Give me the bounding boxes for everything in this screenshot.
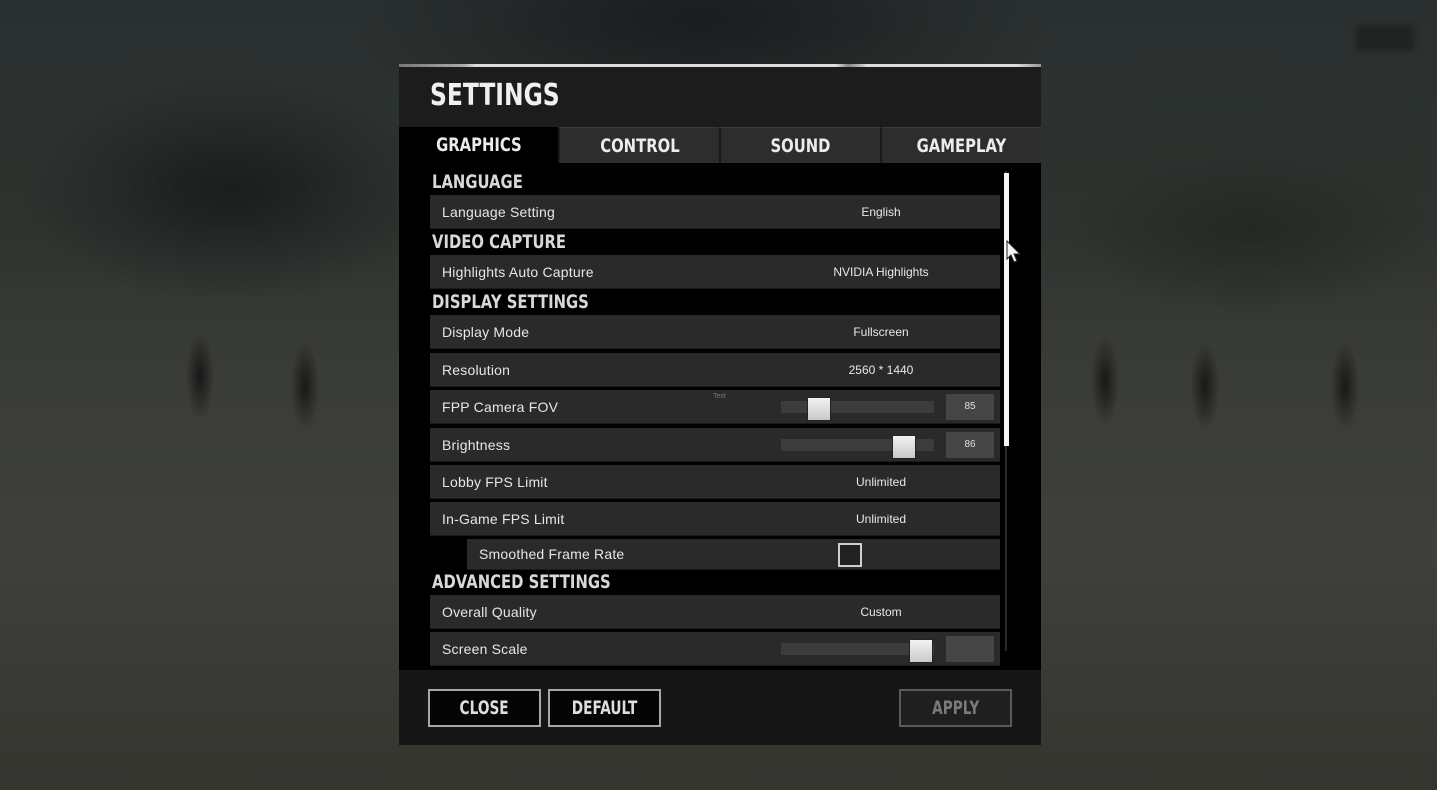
setting-row-lobby-fps-limit[interactable]: Lobby FPS Limit Unlimited (430, 465, 1000, 499)
setting-row-screen-scale: Screen Scale (430, 632, 1000, 666)
brightness-slider[interactable] (781, 435, 934, 459)
setting-row-overall-quality[interactable]: Overall Quality Custom (430, 595, 1000, 629)
setting-value-dropdown[interactable]: Unlimited (781, 502, 981, 536)
tab-graphics[interactable]: GRAPHICS (399, 127, 558, 163)
button-label: DEFAULT (571, 697, 638, 719)
tab-sound[interactable]: SOUND (719, 127, 880, 163)
setting-label: Lobby FPS Limit (442, 474, 548, 490)
setting-value-dropdown[interactable]: 2560 * 1440 (781, 353, 981, 387)
background-figure (285, 320, 325, 440)
button-label: APPLY (931, 697, 980, 719)
tab-gameplay[interactable]: GAMEPLAY (880, 127, 1041, 163)
section-title-video-capture: VIDEO CAPTURE (432, 231, 567, 253)
settings-tabs: GRAPHICS CONTROL SOUND GAMEPLAY (399, 127, 1041, 163)
setting-row-language[interactable]: Language Setting English (430, 195, 1000, 229)
slider-thumb[interactable] (891, 435, 916, 459)
dialog-footer: CLOSE DEFAULT APPLY (399, 670, 1041, 745)
background-figure (180, 310, 220, 430)
background-figure (1085, 315, 1125, 435)
setting-value-dropdown[interactable]: Custom (781, 595, 981, 629)
setting-label: Highlights Auto Capture (442, 264, 594, 280)
setting-label: Brightness (442, 437, 511, 453)
setting-row-smoothed-frame-rate: Smoothed Frame Rate (467, 539, 1000, 570)
settings-dialog: SETTINGS GRAPHICS CONTROL SOUND GAMEPLAY… (399, 64, 1041, 745)
setting-label: In-Game FPS Limit (442, 511, 565, 527)
apply-button[interactable]: APPLY (899, 689, 1012, 727)
slider-hint-text: Text (713, 393, 726, 400)
section-title-language: LANGUAGE (432, 171, 523, 193)
section-title-display-settings: DISPLAY SETTINGS (432, 291, 589, 313)
background-figure (1325, 320, 1365, 440)
setting-label: Overall Quality (442, 604, 537, 620)
smoothed-frame-rate-checkbox[interactable] (838, 543, 862, 567)
default-button[interactable]: DEFAULT (548, 689, 661, 727)
scrollbar-thumb[interactable] (1004, 173, 1009, 446)
screen-scale-value-field[interactable] (946, 636, 994, 662)
background-hud-element (1356, 25, 1414, 51)
tab-control[interactable]: CONTROL (558, 127, 719, 163)
dialog-title: SETTINGS (430, 78, 560, 113)
setting-label: Display Mode (442, 324, 530, 340)
screen-scale-slider[interactable] (781, 639, 934, 663)
setting-label: FPP Camera FOV (442, 399, 559, 415)
settings-scroll-area: LANGUAGE Language Setting English VIDEO … (399, 163, 1041, 670)
slider-thumb[interactable] (908, 639, 933, 663)
setting-value-dropdown[interactable]: NVIDIA Highlights (781, 255, 981, 289)
panel-top-border (399, 64, 1041, 67)
tab-label: GRAPHICS (435, 134, 522, 156)
close-button[interactable]: CLOSE (428, 689, 541, 727)
tab-label: SOUND (770, 134, 831, 157)
button-label: CLOSE (459, 697, 510, 719)
fov-value-field[interactable]: 85 (946, 394, 994, 420)
setting-label: Screen Scale (442, 641, 528, 657)
tab-label: GAMEPLAY (916, 134, 1007, 157)
brightness-value-field[interactable]: 86 (946, 432, 994, 458)
setting-value-dropdown[interactable]: English (781, 195, 981, 229)
setting-row-ingame-fps-limit[interactable]: In-Game FPS Limit Unlimited (430, 502, 1000, 536)
setting-value-dropdown[interactable]: Unlimited (781, 465, 981, 499)
setting-label: Language Setting (442, 204, 555, 220)
setting-label: Resolution (442, 362, 511, 378)
setting-row-highlights-auto-capture[interactable]: Highlights Auto Capture NVIDIA Highlight… (430, 255, 1000, 289)
setting-row-brightness: Brightness 86 (430, 428, 1000, 462)
setting-value-dropdown[interactable]: Fullscreen (781, 315, 981, 349)
setting-label: Smoothed Frame Rate (479, 546, 625, 562)
background-figure (1185, 320, 1225, 440)
slider-thumb[interactable] (806, 397, 831, 421)
mouse-cursor-icon (1006, 240, 1022, 263)
fov-slider[interactable] (781, 397, 934, 421)
tab-label: CONTROL (599, 134, 680, 157)
setting-row-fpp-camera-fov: FPP Camera FOV Text 85 (430, 390, 1000, 424)
setting-row-display-mode[interactable]: Display Mode Fullscreen (430, 315, 1000, 349)
section-title-advanced-settings: ADVANCED SETTINGS (432, 571, 611, 593)
setting-row-resolution[interactable]: Resolution 2560 * 1440 (430, 353, 1000, 387)
